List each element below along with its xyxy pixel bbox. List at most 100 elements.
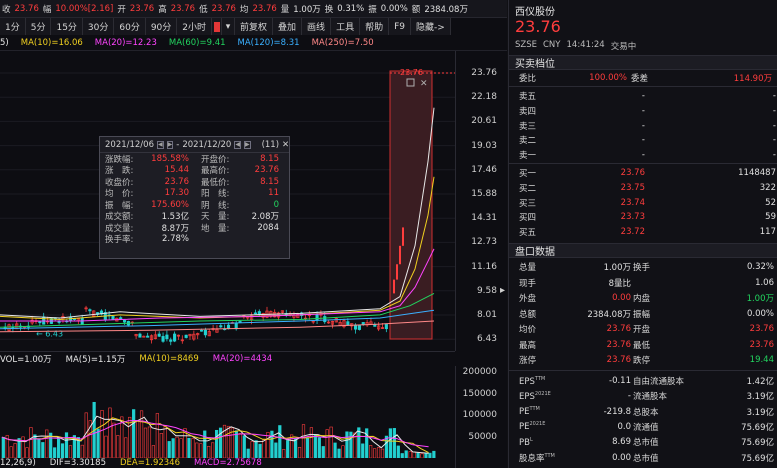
tooltip-key: 开盘价: [201, 154, 230, 165]
commission-diff: 114.90万 [733, 74, 772, 84]
financial-row: PETTM -219.8 总股本 3.19亿 [509, 405, 777, 419]
tooltip-key: 换手率: [105, 235, 134, 246]
volume-bar [199, 443, 203, 458]
bid-row[interactable]: 买一 23.76 1148487 [509, 166, 777, 180]
volume-bar [238, 433, 242, 458]
volume-bar [337, 448, 341, 458]
range-stats-tooltip: 2021/12/06 ◀ ▶ - 2021/12/20 ◀ ▶ (11) ✕ 涨… [99, 136, 290, 259]
ask-row[interactable]: 卖五 - - [509, 89, 777, 103]
candle-body [111, 315, 115, 320]
period-tab[interactable]: 30分 [82, 18, 115, 35]
toolbar-button[interactable]: 叠加 [273, 18, 303, 35]
fin-key: EPS2021E [509, 391, 555, 402]
tooltip-body: 涨跌幅: 185.58% 开盘价: 8.15 涨 跌: 15.44 最高价: 23.76 收盘价… [100, 153, 289, 246]
fin-key-label: PE [519, 422, 530, 433]
tooltip-row: 均 价: 17.30 阳 线: 11 [100, 188, 289, 199]
volume-bar [372, 448, 377, 458]
prev-icon[interactable]: ◀ [234, 140, 241, 149]
volume-bar [329, 426, 333, 458]
ask-row[interactable]: 卖一 - - [509, 148, 777, 162]
volume-bar [309, 427, 314, 458]
volume-bar [64, 432, 69, 458]
next-icon[interactable]: ▶ [243, 140, 251, 149]
ask-row[interactable]: 卖二 - - [509, 133, 777, 147]
volume-bar [108, 407, 112, 458]
toolbar-button[interactable]: 帮助 [360, 18, 390, 35]
order-book-header[interactable]: 买卖档位 [509, 55, 777, 70]
volume-bar [195, 442, 199, 458]
volume-chart[interactable] [0, 366, 455, 458]
stat-value: 23.76 [606, 339, 631, 350]
ask-label: 卖四 [519, 106, 537, 117]
period-tab[interactable]: 90分 [145, 18, 178, 35]
fin-value: 75.69亿 [741, 453, 774, 464]
macd-legend-item: MACD=2.75678 [194, 458, 262, 468]
exchange-code: SZSE [515, 40, 537, 50]
toolbar-button[interactable]: 画线 [302, 18, 332, 35]
toolbar-button[interactable]: 隐藏-> [411, 18, 451, 35]
stat-key: 涨停 [519, 356, 537, 366]
collapse-panel-icon[interactable]: ▸ [500, 285, 505, 296]
fin-key: 总股本 [633, 407, 659, 418]
ask-row[interactable]: 卖四 - - [509, 104, 777, 118]
toolbar-button[interactable]: 前复权 [235, 18, 274, 35]
next-icon[interactable]: ▶ [166, 140, 174, 149]
fin-value: 3.19亿 [746, 392, 774, 403]
bid-row[interactable]: 买三 23.74 52 [509, 196, 777, 210]
period-tab[interactable]: 2小时 [177, 18, 213, 35]
volume-bar [147, 426, 152, 458]
bid-row[interactable]: 买四 23.73 59 [509, 210, 777, 224]
volume-bar [203, 430, 207, 458]
prev-icon[interactable]: ◀ [157, 140, 164, 149]
stat-key: 总额 [519, 309, 537, 320]
quote-panel: 西仪股份 23.76 SZSE CNY 14:41:24 交易中 买卖档位 委比… [508, 0, 777, 468]
tooltip-range-sep: - [176, 139, 180, 150]
fin-key: 自由流通股本 [633, 377, 685, 387]
bid-volume: 52 [765, 197, 776, 208]
fin-key: PETTM [509, 406, 555, 417]
ask-price: - [641, 150, 645, 161]
period-tab[interactable]: 60分 [114, 18, 146, 35]
toolbar-button[interactable]: 工具 [331, 18, 361, 35]
ma-legend: 5) MA(10)=16.06 MA(20)=12.23 MA(60)=9.41 MA(… [0, 36, 507, 51]
close-icon[interactable]: ✕ [282, 140, 289, 150]
financial-row: PE2021E 0.0 流通值 75.69亿 [509, 420, 777, 434]
fin-value: 1.42亿 [746, 377, 774, 387]
currency: CNY [543, 40, 561, 50]
candle-body [399, 245, 401, 265]
volume-bar [246, 448, 250, 458]
chevron-down-icon[interactable]: ▾ [222, 18, 236, 35]
quote-value: 0.00% [380, 3, 408, 14]
tooltip-value: 8.15 [260, 176, 279, 187]
tooltip-row: 成交量: 8.87万 地 量: 2084 [100, 222, 289, 234]
fin-value: -219.8 [603, 406, 631, 417]
tooltip-key: 涨跌幅: [105, 154, 134, 165]
period-tab[interactable]: 5分 [25, 18, 52, 35]
toolbar-button[interactable]: F9 [389, 18, 411, 35]
candle-body [257, 311, 261, 315]
period-indicator[interactable] [212, 18, 223, 35]
volume-bar [432, 450, 436, 458]
volume-bar [25, 447, 29, 458]
stat-value: 2384.08万 [587, 309, 631, 320]
bid-row[interactable]: 买二 23.75 322 [509, 181, 777, 195]
quote-label: 低 [199, 4, 208, 15]
ask-label: 卖五 [519, 92, 537, 102]
period-tab[interactable]: 15分 [51, 18, 83, 35]
divider [509, 370, 777, 371]
volume-bar [376, 447, 381, 458]
tooltip-value: 11 [268, 188, 279, 199]
bid-row[interactable]: 买五 23.72 117 [509, 225, 777, 239]
volume-legend: VOL=1.00万 MA(5)=1.15万 MA(10)=8469 MA(20)=44… [0, 351, 455, 366]
ma-legend-item: 5) [0, 38, 9, 48]
stats-header[interactable]: 盘口数据 [509, 243, 777, 258]
stat-value: 23.76 [749, 339, 774, 350]
ask-row[interactable]: 卖三 - - [509, 119, 777, 133]
quote-label: 开 [117, 4, 126, 15]
candle-body [361, 322, 365, 325]
stat-value: 8量比 [608, 278, 631, 289]
tooltip-value: 2.08万 [251, 212, 279, 223]
volume-bar [187, 437, 191, 458]
period-tab[interactable]: 1分 [0, 18, 26, 35]
fin-value: 3.19亿 [746, 407, 774, 418]
